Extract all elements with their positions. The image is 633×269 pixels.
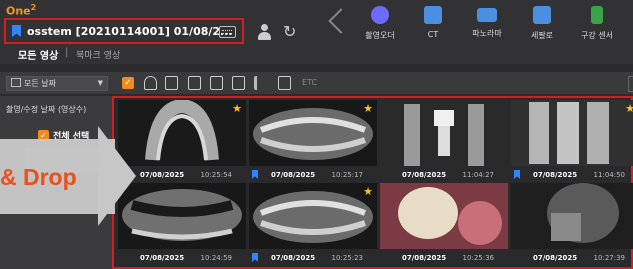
bookmark-icon bbox=[12, 25, 21, 37]
periapical-implant-image bbox=[380, 100, 508, 166]
thumbnail-time: 11:04:27 bbox=[462, 171, 494, 179]
chevron-left-icon[interactable] bbox=[328, 8, 354, 34]
tool-label: 촬영오더 bbox=[365, 31, 395, 40]
thumbnail-date: 07/08/2025 bbox=[533, 254, 578, 262]
scanner-icon[interactable] bbox=[144, 76, 157, 90]
thumbnail[interactable]: 07/08/2025 11:04:27 bbox=[380, 100, 508, 182]
tool-cephalo[interactable]: 세팔로 bbox=[517, 6, 567, 41]
thumbnail[interactable]: ★ 07/08/2025 11:04:50 bbox=[511, 100, 633, 182]
tooth-filter-icon[interactable] bbox=[254, 76, 267, 90]
tab-separator: | bbox=[65, 47, 69, 58]
thumbnail-time: 10:25:17 bbox=[331, 171, 363, 179]
thumbnail-time: 11:04:50 bbox=[593, 171, 625, 179]
intraoral-arch-image bbox=[118, 100, 246, 166]
bookmark-icon[interactable] bbox=[514, 170, 520, 179]
ct-icon bbox=[424, 6, 442, 24]
panorama-icon bbox=[477, 8, 497, 22]
cephalometric-image bbox=[511, 183, 633, 249]
thumbnail[interactable]: 07/08/2025 10:27:39 bbox=[511, 183, 633, 265]
thumbnail-date: 07/08/2025 bbox=[533, 171, 578, 179]
tool-panorama[interactable]: 파노라마 bbox=[462, 6, 512, 39]
sensor-filter-icon[interactable] bbox=[232, 76, 245, 90]
thumbnail-time: 10:24:59 bbox=[200, 254, 232, 262]
etc-filter[interactable]: ETC bbox=[302, 78, 317, 87]
calendar-icon bbox=[11, 78, 21, 87]
filter-all-checkbox[interactable]: ✓ bbox=[122, 77, 134, 89]
thumbnail-time: 10:25:23 bbox=[331, 254, 363, 262]
patient-selector[interactable]: osstem [20210114001] 01/08/2... bbox=[4, 18, 244, 44]
cephalo-icon bbox=[533, 6, 551, 24]
tool-ct[interactable]: CT bbox=[408, 6, 458, 39]
tool-label: 세팔로 bbox=[530, 31, 554, 40]
thumbnail-time: 10:27:39 bbox=[593, 254, 625, 262]
thumbnail[interactable]: ★ 07/08/2025 10:25:17 bbox=[249, 100, 377, 182]
panorama-filter-icon[interactable] bbox=[165, 76, 178, 90]
thumbnail[interactable]: ★ 07/08/2025 10:25:54 bbox=[118, 100, 246, 182]
tool-label: 파노라마 bbox=[472, 29, 502, 38]
periapical-teeth-image bbox=[511, 100, 633, 166]
patient-label: osstem [20210114001] 01/08/2... bbox=[27, 24, 233, 38]
user-icon[interactable] bbox=[257, 24, 271, 40]
camera-filter-icon[interactable] bbox=[278, 76, 291, 90]
sidebar-title: 촬영/수정 날짜 (영상수) bbox=[6, 105, 87, 114]
oral-sensor-icon bbox=[591, 6, 603, 24]
keyboard-icon[interactable] bbox=[219, 26, 236, 38]
tool-label: CT bbox=[427, 30, 439, 39]
intraoral-photo-image bbox=[380, 183, 508, 249]
tab-bookmark-images[interactable]: 북마크 영상 bbox=[76, 48, 120, 61]
periapical-filter-icon[interactable] bbox=[210, 76, 223, 90]
chevron-down-icon: ▼ bbox=[97, 79, 103, 87]
sync-icon[interactable]: ↻ bbox=[283, 23, 296, 41]
panoramic-image bbox=[118, 183, 246, 249]
ceph-filter-icon[interactable] bbox=[188, 76, 201, 90]
tool-order[interactable]: 촬영오더 bbox=[355, 6, 405, 41]
thumbnail[interactable]: 07/08/2025 10:24:59 bbox=[118, 183, 246, 265]
star-icon[interactable]: ★ bbox=[363, 185, 373, 198]
date-filter-value: 모든 날짜 bbox=[24, 79, 56, 88]
drag-drop-label: & Drop bbox=[0, 164, 77, 190]
order-icon bbox=[371, 6, 389, 24]
thumbnail-date: 07/08/2025 bbox=[402, 171, 447, 179]
thumbnail[interactable]: 07/08/2025 10:25:36 bbox=[380, 183, 508, 265]
thumbnail-date: 07/08/2025 bbox=[140, 171, 185, 179]
date-filter-select[interactable]: 모든 날짜 ▼ bbox=[6, 76, 108, 91]
app-logo: One2 bbox=[6, 3, 37, 18]
thumbnail-date: 07/08/2025 bbox=[402, 254, 447, 262]
thumbnail-time: 10:25:36 bbox=[462, 254, 494, 262]
tool-label: 구강 센서 bbox=[581, 31, 613, 40]
thumbnail-date: 07/08/2025 bbox=[271, 171, 316, 179]
star-icon[interactable]: ★ bbox=[363, 102, 373, 115]
star-icon[interactable]: ★ bbox=[625, 102, 633, 115]
bookmark-icon[interactable] bbox=[252, 253, 258, 262]
bookmark-icon[interactable] bbox=[252, 170, 258, 179]
star-icon[interactable]: ★ bbox=[232, 102, 242, 115]
thumbnail-date: 07/08/2025 bbox=[271, 254, 316, 262]
filter-toolbar: 모든 날짜 ▼ ✓ ETC bbox=[0, 72, 633, 94]
thumbnail-date: 07/08/2025 bbox=[140, 254, 185, 262]
panel-toggle[interactable] bbox=[628, 76, 633, 92]
tab-all-images[interactable]: 모든 영상 bbox=[18, 47, 58, 62]
thumbnail[interactable]: ★ 07/08/2025 10:25:23 bbox=[249, 183, 377, 265]
thumbnail-time: 10:25:54 bbox=[200, 171, 232, 179]
image-tabs: 모든 영상 | 북마크 영상 bbox=[0, 44, 633, 64]
panoramic-image bbox=[249, 183, 377, 249]
tool-oral-sensor[interactable]: 구강 센서 bbox=[572, 6, 622, 41]
top-bar: One2 osstem [20210114001] 01/08/2... ↻ 촬… bbox=[0, 0, 633, 64]
drag-drop-arrow-head bbox=[98, 126, 136, 226]
panoramic-image bbox=[249, 100, 377, 166]
